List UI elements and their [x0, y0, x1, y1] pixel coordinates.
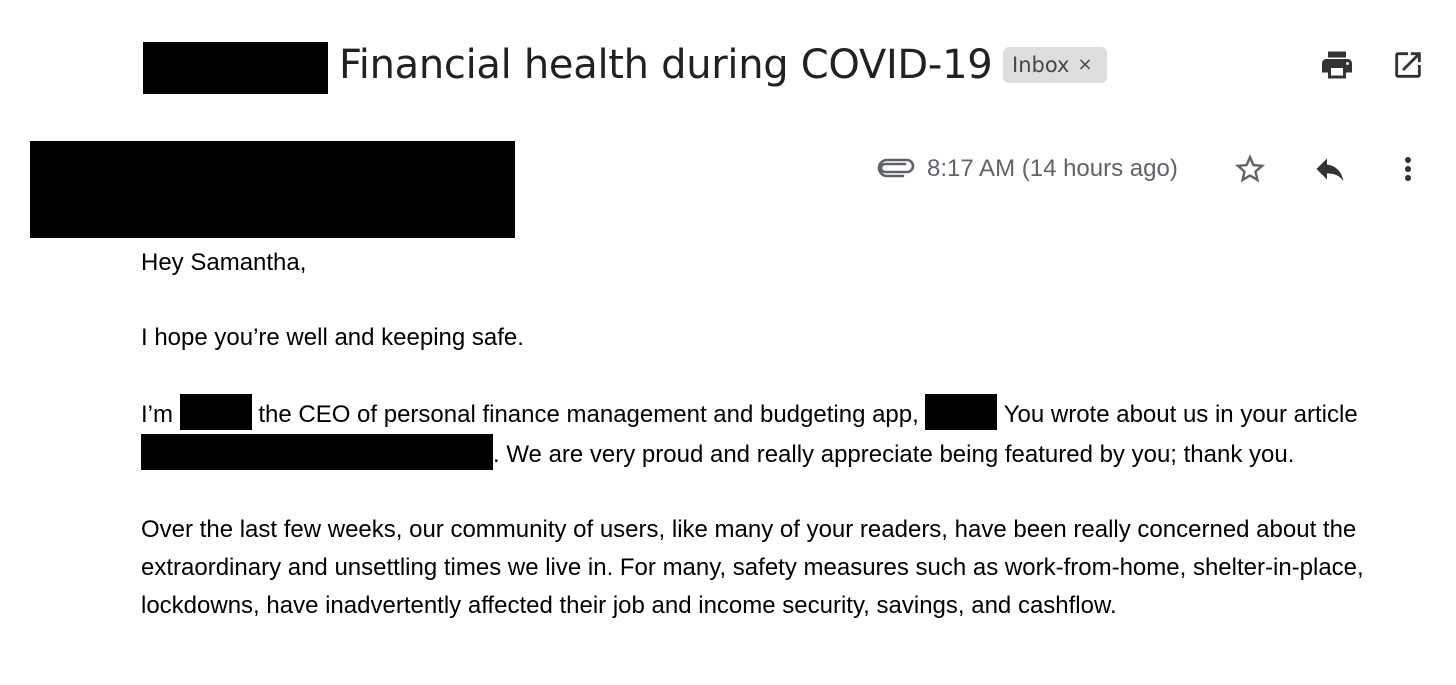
subject-row: Financial health during COVID-19 Inbox ×: [0, 0, 1456, 130]
more-vert-icon: [1405, 157, 1411, 181]
print-icon: [1322, 51, 1352, 79]
p2-text-c: You wrote about us in your article: [997, 401, 1358, 428]
reply-icon: [1316, 158, 1344, 181]
paragraph-2: I’m the CEO of personal finance manageme…: [141, 394, 1431, 474]
remove-label-icon[interactable]: ×: [1077, 56, 1092, 74]
redacted-article-title: [141, 434, 493, 470]
p2-text-a: I’m: [141, 401, 180, 428]
open-in-new-window-icon: [1395, 52, 1421, 78]
open-in-new-window-button[interactable]: [1387, 44, 1429, 86]
paperclip-icon: [877, 158, 915, 178]
more-options-button[interactable]: [1388, 147, 1428, 191]
inbox-label-chip[interactable]: Inbox ×: [1003, 47, 1107, 83]
attachment-indicator: [874, 150, 916, 186]
paragraph-3: Over the last few weeks, our community o…: [141, 516, 1364, 619]
print-button[interactable]: [1316, 44, 1358, 86]
message-header: 8:17 AM (14 hours ago): [0, 130, 1456, 240]
star-icon: [1235, 154, 1265, 183]
redacted-name: [179, 394, 252, 430]
p2-text-d: . We are very proud and really appreciat…: [493, 441, 1295, 468]
inbox-label-text: Inbox: [1012, 53, 1070, 77]
reply-button[interactable]: [1308, 147, 1352, 191]
redacted-sender: [30, 141, 515, 238]
redacted-app-name: [925, 394, 998, 430]
email-subject: Financial health during COVID-19: [339, 42, 993, 88]
paragraph-1: I hope you’re well and keeping safe.: [141, 324, 524, 351]
greeting: Hey Samantha,: [141, 249, 307, 276]
p2-text-b: the CEO of personal finance management a…: [251, 401, 919, 428]
message-timestamp: 8:17 AM (14 hours ago): [927, 155, 1178, 182]
star-button[interactable]: [1228, 147, 1272, 191]
redacted-subject-prefix: [143, 42, 328, 94]
message-body: Hey Samantha, I hope you’re well and kee…: [141, 244, 1431, 662]
